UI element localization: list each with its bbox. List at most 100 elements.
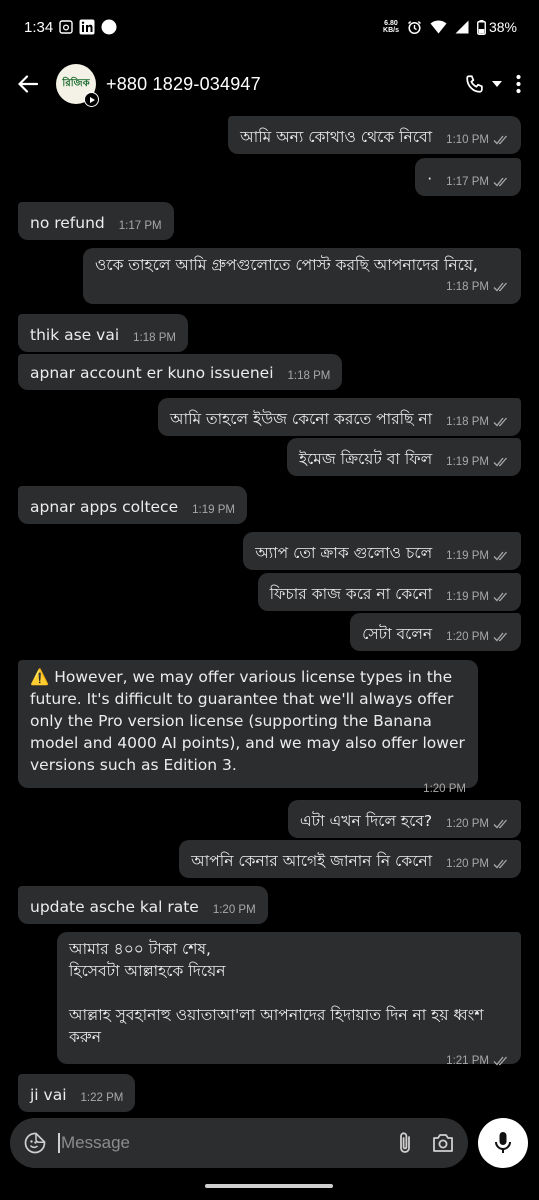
message-text: আমি অন্য কোথাও থেকে নিবো	[240, 128, 433, 146]
emoji-sticker-button[interactable]	[24, 1132, 46, 1154]
message-bubble-outgoing[interactable]: আমি তাহলে ইউজ কেনো করতে পারছি না 1:18 PM	[157, 398, 521, 436]
message-bubble-outgoing[interactable]: ইমেজ ক্রিয়েট বা ফিল 1:19 PM	[286, 438, 521, 476]
double-check-icon	[493, 177, 507, 187]
message-time: 1:20 PM	[423, 783, 466, 795]
message-bubble-incoming[interactable]: ⚠️ However, we may offer various license…	[18, 660, 478, 795]
message-bubble-outgoing[interactable]: আমি অন্য কোথাও থেকে নিবো 1:10 PM	[228, 116, 521, 154]
message-text: এটা এখন দিলে হবে?	[299, 812, 433, 830]
avatar-logo-text: রিজিক	[62, 77, 90, 89]
chat-header: রিজিক +880 1829-034947	[0, 54, 539, 114]
message-text: ⚠️ However, we may offer various license…	[30, 668, 470, 774]
message-input[interactable]: Message	[58, 1133, 130, 1153]
message-time: 1:18 PM	[133, 332, 176, 344]
battery-percent: 38%	[488, 19, 517, 35]
message-bubble-incoming[interactable]: no refund 1:17 PM	[18, 202, 174, 240]
message-meta: 1:19 PM	[446, 545, 509, 567]
message-bubble-outgoing[interactable]: ফিচার কাজ করে না কেনো 1:19 PM	[257, 573, 521, 611]
alarm-icon	[407, 20, 422, 35]
message-time: 1:20 PM	[212, 904, 256, 916]
camera-button[interactable]	[432, 1133, 454, 1153]
double-check-icon	[493, 135, 507, 145]
message-text: apnar apps coltece	[30, 498, 179, 516]
network-speed: 6.80 KB/s	[383, 20, 399, 34]
message-text: সেটা বলেন	[362, 625, 433, 643]
message-bubble-outgoing[interactable]: সেটা বলেন 1:20 PM	[350, 613, 521, 651]
message-meta: 1:20 PM	[446, 626, 509, 648]
wifi-icon	[430, 20, 447, 34]
message-text: ·	[427, 170, 433, 188]
message-bubble-outgoing[interactable]: · 1:17 PM	[415, 158, 521, 196]
battery-icon	[477, 19, 486, 35]
message-meta: 1:19 PM	[446, 586, 509, 608]
business-badge-icon	[84, 92, 99, 107]
message-meta: 1:17 PM	[446, 171, 509, 193]
message-text: apnar account er kuno issuenei	[30, 364, 274, 382]
message-text: ওকে তাহলে আমি গ্রুপগুলোতে পোস্ট করছি আপন…	[95, 256, 478, 274]
message-bubble-outgoing[interactable]: আপনি কেনার আগেই জানান নি কেনো 1:20 PM	[179, 840, 521, 878]
sticker-icon	[24, 1132, 46, 1154]
message-meta: 1:19 PM	[446, 451, 509, 473]
more-options-button[interactable]	[512, 74, 525, 94]
double-check-icon	[493, 551, 507, 561]
phone-icon	[466, 75, 483, 93]
double-check-icon	[493, 1056, 507, 1066]
contact-name[interactable]: +880 1829-034947	[106, 74, 261, 95]
arrow-left-icon	[18, 75, 38, 93]
message-meta: 1:10 PM	[446, 129, 509, 151]
attach-button[interactable]	[398, 1131, 412, 1155]
message-bubble-incoming[interactable]: ji vai 1:22 PM	[18, 1074, 136, 1112]
message-bubble-incoming[interactable]: thik ase vai 1:18 PM	[18, 314, 188, 352]
message-text: অ্যাপ তো ক্রাক গুলোও চলে	[255, 544, 433, 562]
message-meta: 1:21 PM	[446, 1050, 509, 1072]
message-meta: 1:20 PM	[446, 813, 509, 835]
message-bubble-outgoing[interactable]: ওকে তাহলে আমি গ্রুপগুলোতে পোস্ট করছি আপন…	[83, 248, 521, 304]
double-check-icon	[493, 282, 507, 292]
message-text: ইমেজ ক্রিয়েট বা ফিল	[298, 450, 433, 468]
notification-dot-icon	[101, 19, 117, 35]
signal-icon	[455, 20, 469, 34]
message-list[interactable]: আমি অন্য কোথাও থেকে নিবো 1:10 PM · 1:17 …	[0, 114, 539, 1114]
message-time: 1:19 PM	[192, 504, 235, 516]
message-text: ji vai	[30, 1086, 67, 1104]
double-check-icon	[493, 457, 507, 467]
message-text: আপনি কেনার আগেই জানান নি কেনো	[191, 852, 433, 870]
double-check-icon	[493, 859, 507, 869]
voice-call-button[interactable]	[464, 73, 502, 95]
kebab-menu-icon	[516, 74, 521, 94]
microphone-icon	[495, 1132, 511, 1153]
status-time: 1:34	[24, 18, 54, 36]
message-text: ফিচার কাজ করে না কেনো	[269, 585, 433, 603]
voice-record-button[interactable]	[478, 1118, 528, 1168]
message-bubble-incoming[interactable]: apnar account er kuno issuenei 1:18 PM	[18, 354, 343, 390]
message-text: update asche kal rate	[30, 898, 199, 916]
message-text: আমি তাহলে ইউজ কেনো করতে পারছি না	[169, 410, 433, 428]
message-meta: 1:18 PM	[446, 411, 509, 433]
contact-avatar[interactable]: রিজিক	[56, 64, 99, 107]
message-text: আমার ৪০০ টাকা শেষ, হিসেবটা আল্লাহকে দিয়…	[69, 940, 484, 1046]
message-bubble-outgoing[interactable]: অ্যাপ তো ক্রাক গুলোও চলে 1:19 PM	[243, 532, 521, 570]
back-button[interactable]	[14, 70, 42, 98]
message-bubble-incoming[interactable]: apnar apps coltece 1:19 PM	[18, 486, 247, 524]
message-text: thik ase vai	[30, 326, 120, 344]
linkedin-icon	[79, 19, 95, 35]
paperclip-icon	[400, 1132, 410, 1153]
caret-down-icon	[492, 81, 502, 87]
message-meta: 1:20 PM	[446, 853, 509, 875]
double-check-icon	[493, 819, 507, 829]
screenshot-notification-icon	[59, 20, 73, 34]
message-bubble-outgoing[interactable]: আমার ৪০০ টাকা শেষ, হিসেবটা আল্লাহকে দিয়…	[57, 932, 521, 1067]
double-check-icon	[493, 592, 507, 602]
gesture-nav-handle[interactable]	[205, 1184, 333, 1188]
message-time: 1:18 PM	[287, 370, 331, 382]
message-composer[interactable]: Message	[10, 1118, 468, 1168]
message-bubble-incoming[interactable]: update asche kal rate 1:20 PM	[18, 886, 268, 924]
double-check-icon	[493, 632, 507, 642]
message-time: 1:17 PM	[118, 220, 162, 232]
camera-icon	[433, 1134, 453, 1152]
message-bubble-outgoing[interactable]: এটা এখন দিলে হবে? 1:20 PM	[287, 800, 521, 838]
message-time: 1:22 PM	[80, 1092, 124, 1104]
double-check-icon	[493, 417, 507, 427]
message-meta: 1:18 PM	[446, 276, 509, 298]
status-bar: 1:34 6.80 KB/s 38%	[0, 0, 539, 54]
message-text: no refund	[30, 214, 105, 232]
